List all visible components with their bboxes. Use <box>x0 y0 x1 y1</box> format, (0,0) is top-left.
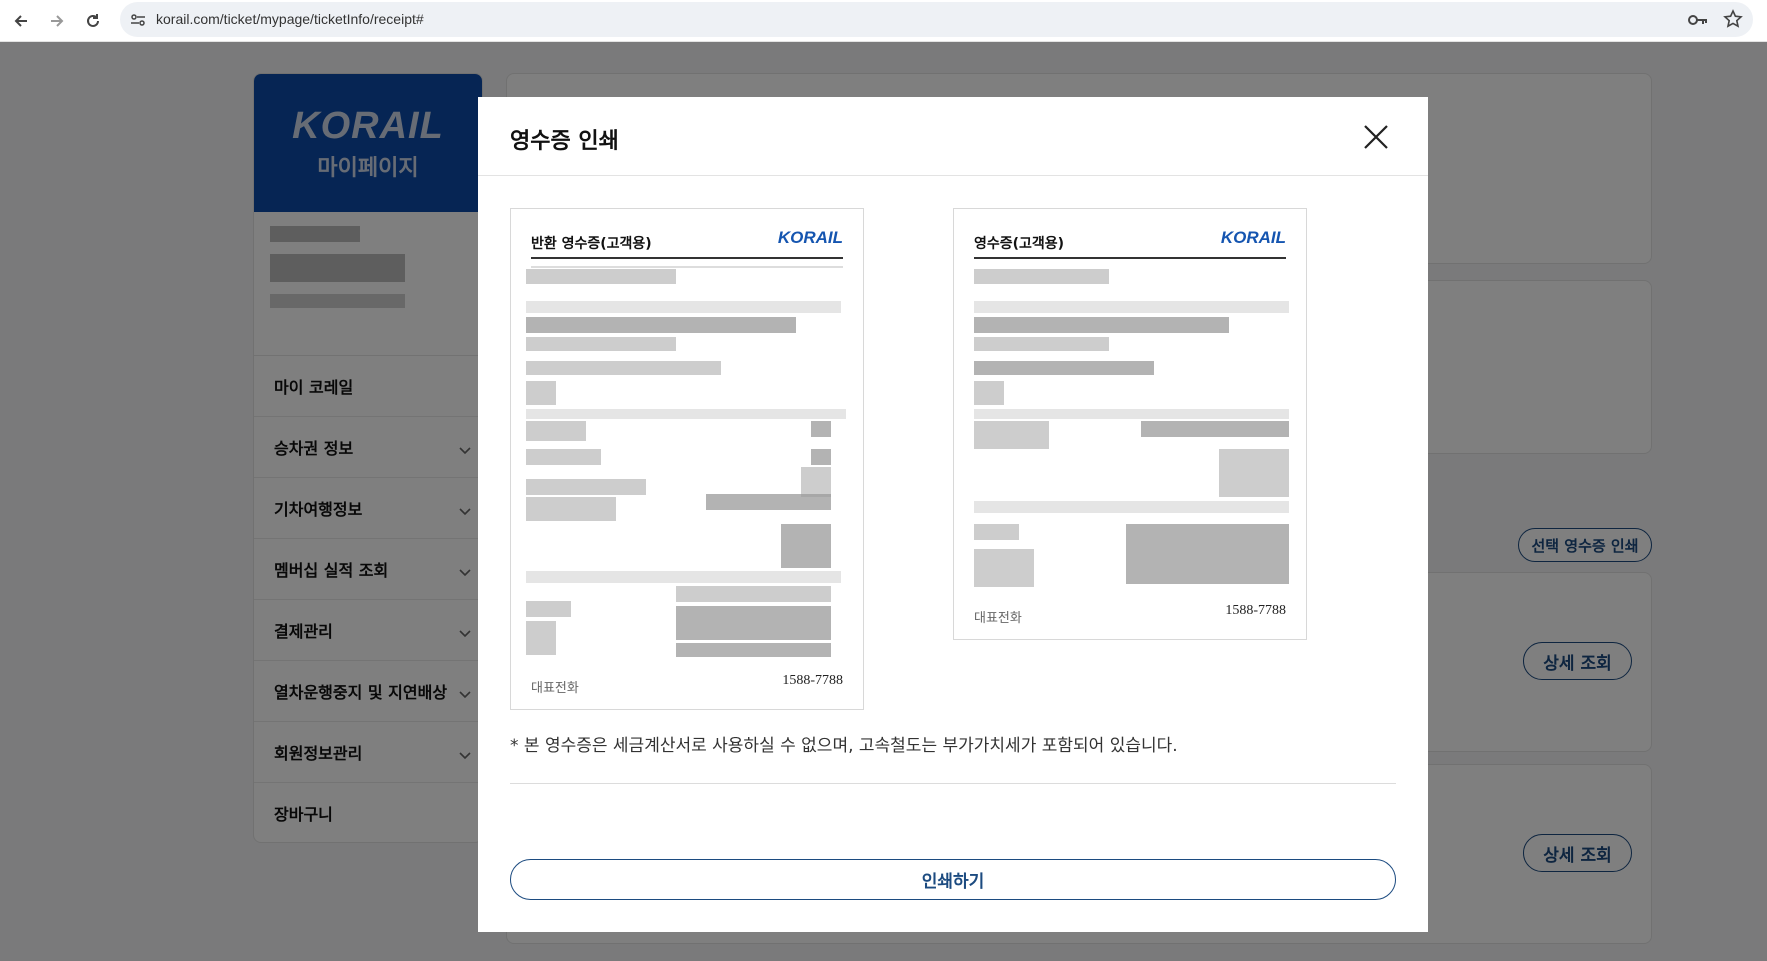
receipt-footer-label: 대표전화 <box>974 611 1022 626</box>
bookmark-star-icon[interactable] <box>1723 9 1743 33</box>
receipt-footer-label: 대표전화 <box>531 681 579 696</box>
divider <box>531 266 843 268</box>
site-settings-icon[interactable] <box>128 10 148 30</box>
url-text: korail.com/ticket/mypage/ticketInfo/rece… <box>156 11 424 27</box>
forward-arrow-icon[interactable] <box>42 6 72 36</box>
receipt-print-modal: 영수증 인쇄 반환 영수증(고객용) KORAIL 대표전화 1588-7788… <box>478 97 1428 932</box>
receipt-title: 영수증(고객용) <box>974 236 1065 252</box>
receipt-notice: * 본 영수증은 세금계산서로 사용하실 수 없으며, 고속철도는 부가가치세가… <box>510 736 1178 756</box>
password-key-icon[interactable] <box>1687 10 1709 34</box>
browser-toolbar: korail.com/ticket/mypage/ticketInfo/rece… <box>0 0 1767 42</box>
back-arrow-icon[interactable] <box>6 6 36 36</box>
korail-logo: KORAIL <box>777 228 843 247</box>
divider <box>478 175 1428 176</box>
address-bar[interactable]: korail.com/ticket/mypage/ticketInfo/rece… <box>120 2 1753 37</box>
receipt-phone: 1588-7788 <box>1225 603 1286 618</box>
reload-icon[interactable] <box>78 6 108 36</box>
customer-receipt: 영수증(고객용) KORAIL 대표전화 1588-7788 <box>953 208 1307 640</box>
divider <box>974 257 1286 259</box>
divider <box>510 783 1396 784</box>
divider <box>531 257 843 259</box>
close-icon[interactable] <box>1360 121 1392 153</box>
print-button[interactable]: 인쇄하기 <box>510 859 1396 900</box>
modal-title: 영수증 인쇄 <box>510 129 619 154</box>
receipt-title: 반환 영수증(고객용) <box>531 236 652 252</box>
korail-logo: KORAIL <box>1220 228 1286 247</box>
refund-receipt: 반환 영수증(고객용) KORAIL 대표전화 1588-7788 <box>510 208 864 710</box>
receipt-phone: 1588-7788 <box>782 673 843 688</box>
